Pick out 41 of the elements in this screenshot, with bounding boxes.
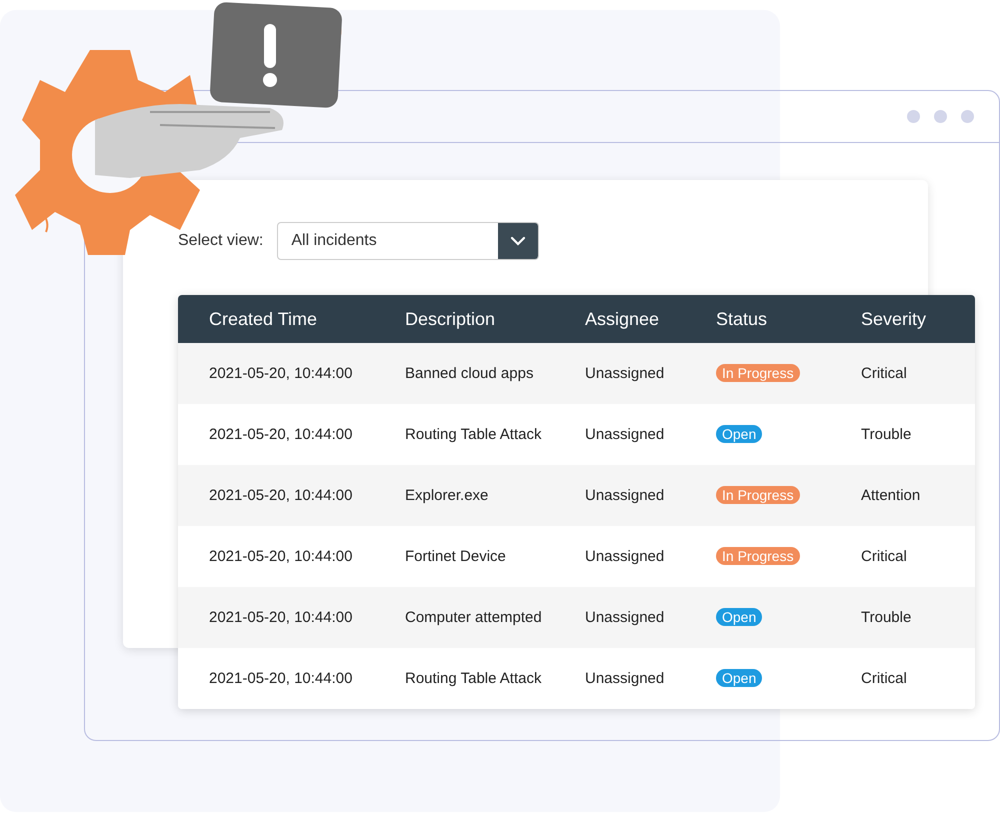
table-cell-text: Critical <box>861 548 908 565</box>
status-badge: Open <box>716 608 762 626</box>
table-cell-text: 2021-05-20, 10:44:00 <box>209 609 354 626</box>
table-cell-text: Explorer.exe <box>405 487 490 504</box>
table-cell-text: Fortinet Device <box>405 548 507 565</box>
status-badge: In Progress <box>716 486 800 504</box>
table-cell-text: 2021-05-20, 10:44:00 <box>209 670 354 687</box>
table-cell-text: Computer attempted <box>405 609 543 626</box>
table-cell-text: Attention <box>861 487 922 504</box>
table-cell-text: Unassigned <box>585 365 666 382</box>
table-cell-text: Unassigned <box>585 609 666 626</box>
table-cell-text: 2021-05-20, 10:44:00 <box>209 487 354 504</box>
table-cell-text: Banned cloud apps <box>405 365 534 382</box>
table-cell-text: Trouble <box>861 426 912 443</box>
table-cell-text: Unassigned <box>585 670 666 687</box>
table-cell-text: Trouble <box>861 609 912 626</box>
table-cell-text: Routing Table Attack <box>405 670 542 687</box>
chevron-down-icon[interactable] <box>498 223 538 259</box>
select-view-label: Select view: <box>178 232 264 250</box>
status-badge: Open <box>716 669 762 687</box>
column-header: Created Time <box>209 308 318 330</box>
column-header: Assignee <box>585 308 660 330</box>
window-dot-icon <box>961 110 974 123</box>
table-cell-text: 2021-05-20, 10:44:00 <box>209 365 354 382</box>
table-cell-text: 2021-05-20, 10:44:00 <box>209 426 354 443</box>
table-cell-text: Routing Table Attack <box>405 426 542 443</box>
table-cell-text: Critical <box>861 365 908 382</box>
column-header: Severity <box>861 308 928 330</box>
table-cell-text: 2021-05-20, 10:44:00 <box>209 548 354 565</box>
window-dot-icon <box>934 110 947 123</box>
column-header: Description <box>405 308 496 330</box>
table-cell-text: Unassigned <box>585 426 666 443</box>
table-cell-text: Unassigned <box>585 548 666 565</box>
table-cell-text: Unassigned <box>585 487 666 504</box>
status-badge: In Progress <box>716 364 800 382</box>
column-header: Status <box>716 308 768 330</box>
window-dot-icon <box>907 110 920 123</box>
status-badge: Open <box>716 425 762 443</box>
table-cell-text: Critical <box>861 670 908 687</box>
view-dropdown[interactable]: All incidents <box>277 222 540 260</box>
status-badge: In Progress <box>716 547 800 565</box>
